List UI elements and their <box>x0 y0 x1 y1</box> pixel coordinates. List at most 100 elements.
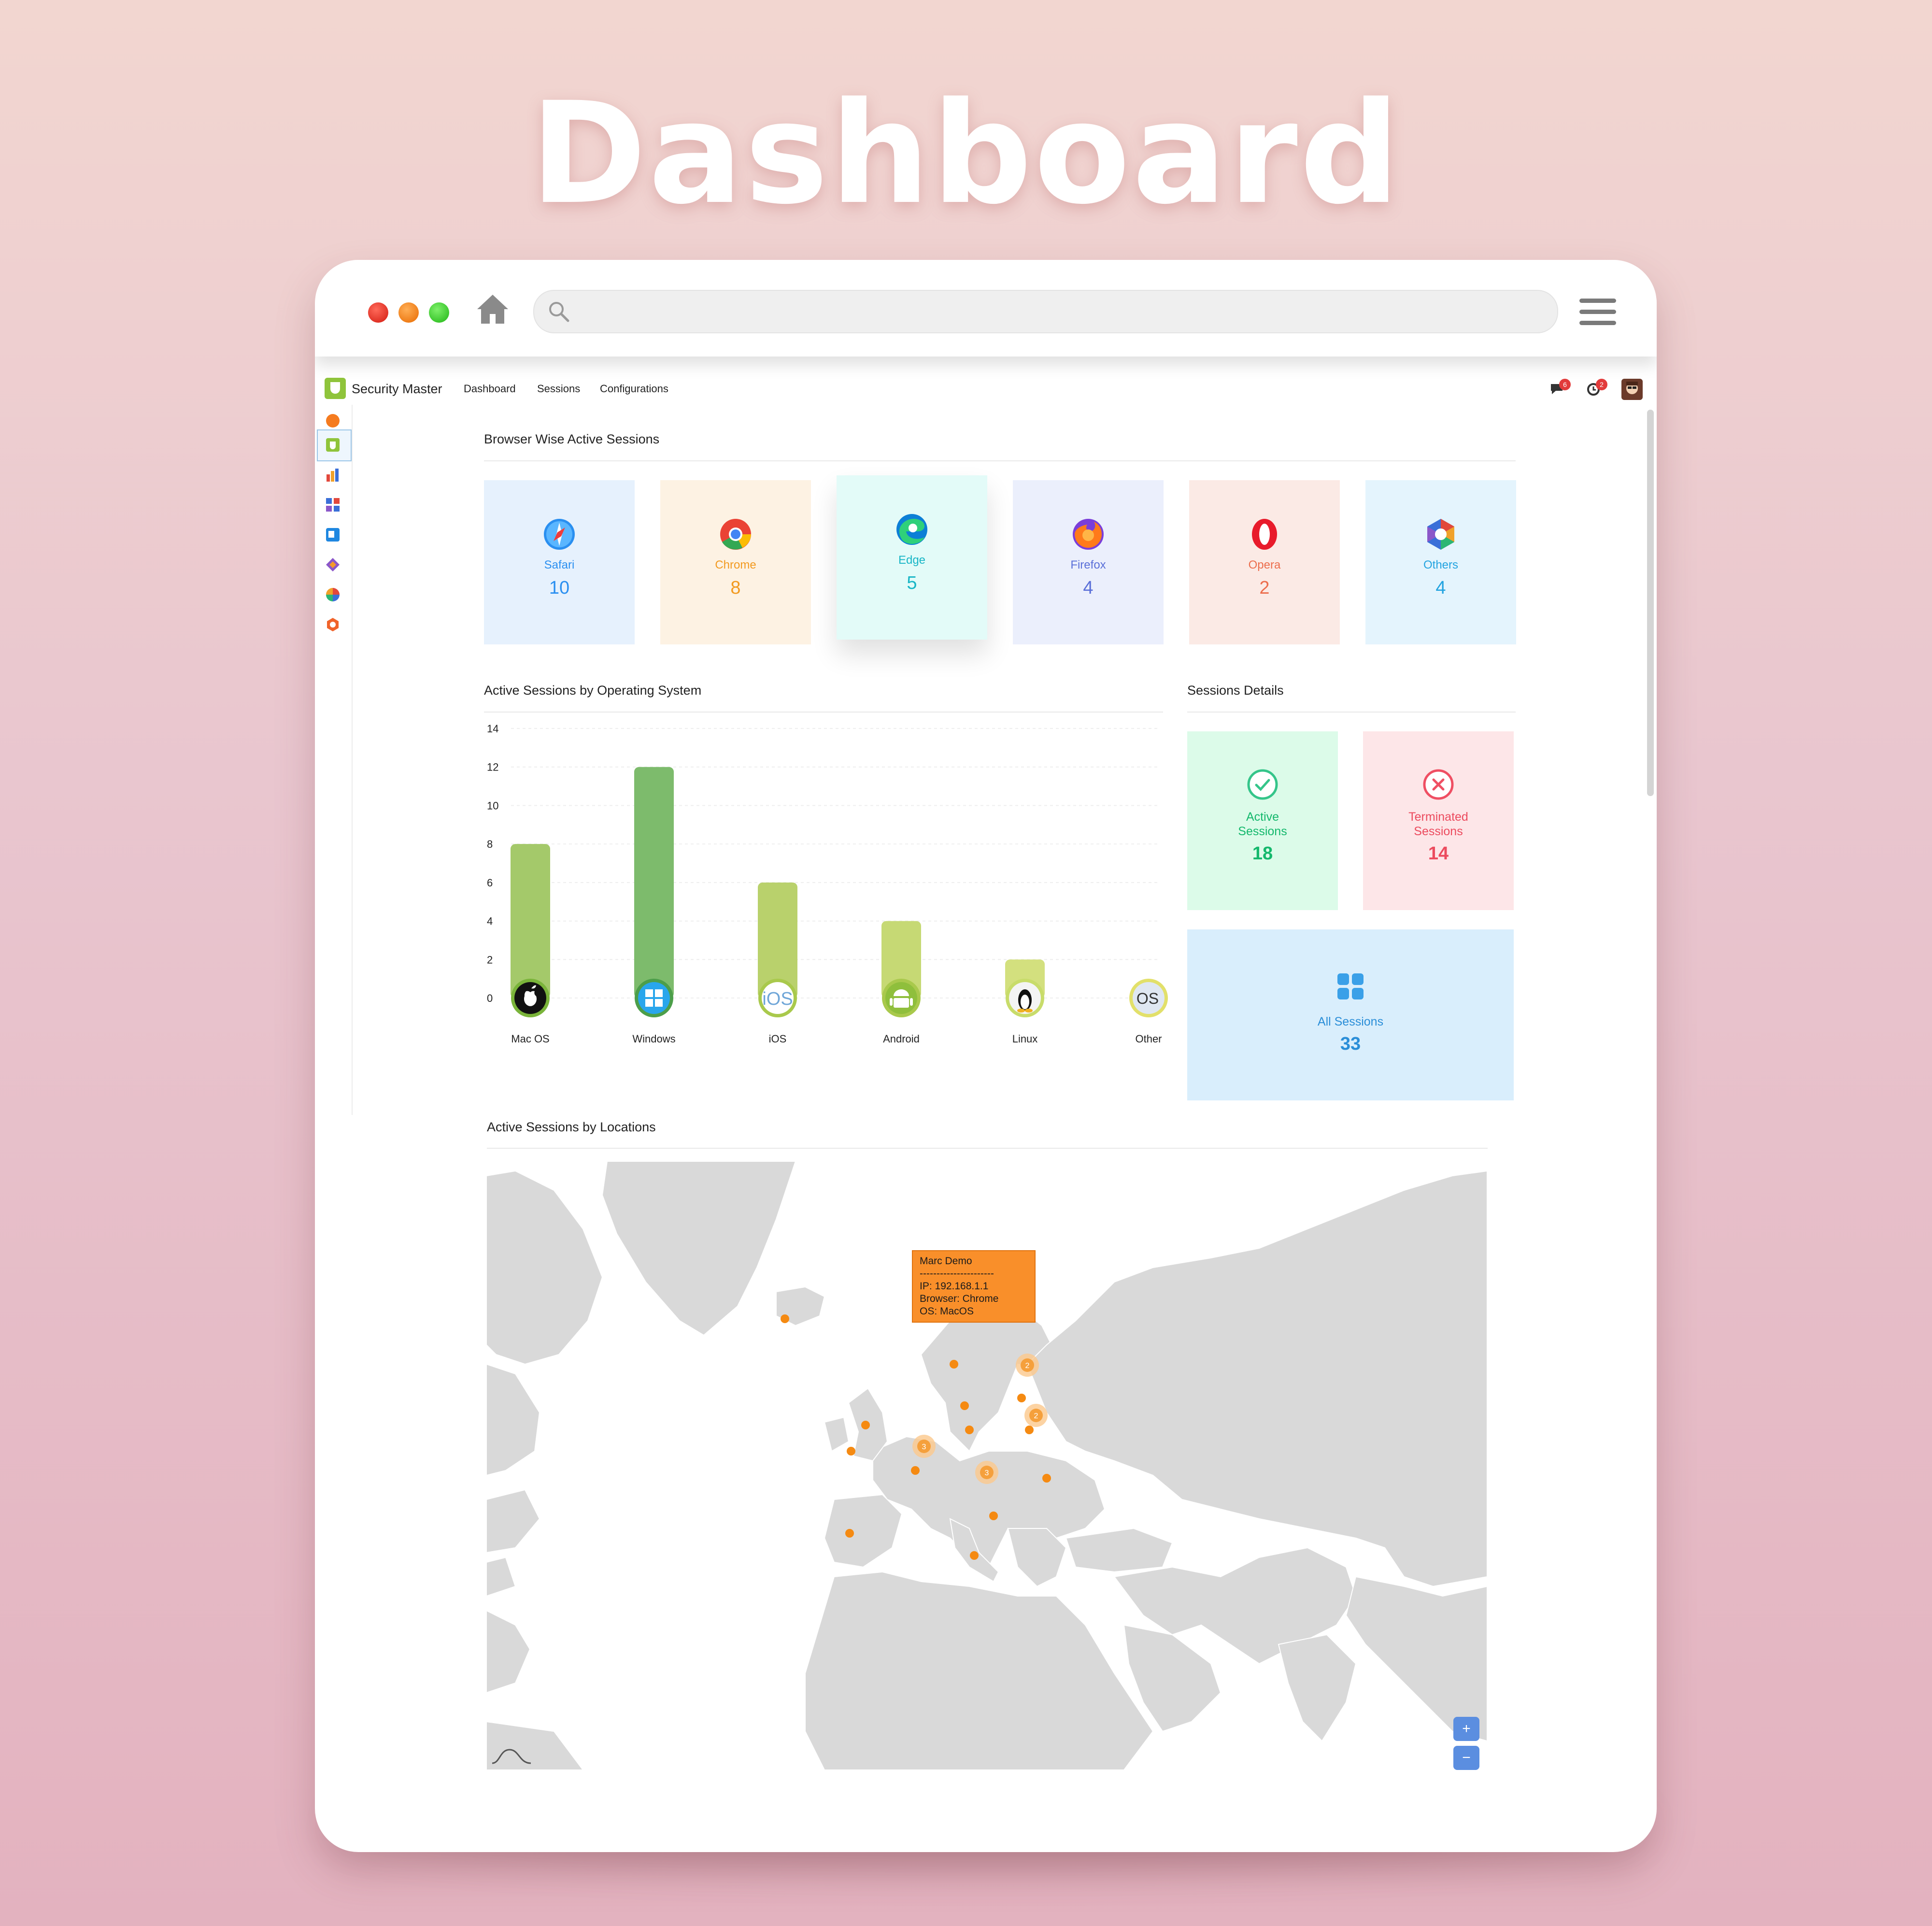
session-point[interactable] <box>970 1551 979 1560</box>
cluster-count: 3 <box>922 1443 926 1451</box>
tooltip-browser: Browser: Chrome <box>920 1293 999 1304</box>
chrome-icon <box>720 519 751 550</box>
session-point[interactable] <box>911 1466 920 1475</box>
browser-card-firefox[interactable]: Firefox 4 <box>1013 480 1164 644</box>
sidebar-item-apps[interactable] <box>325 497 341 513</box>
notification-badge: 6 <box>1559 379 1571 390</box>
session-point[interactable] <box>847 1447 855 1455</box>
app-brand[interactable]: Security Master <box>352 382 442 397</box>
terminated-sessions-value: 14 <box>1428 843 1449 864</box>
opera-icon <box>1252 519 1277 550</box>
all-sessions-card[interactable]: All Sessions 33 <box>1187 929 1514 1100</box>
scale-icon <box>492 1749 531 1764</box>
active-sessions-value: 18 <box>1252 843 1273 864</box>
zoom-in-button[interactable]: + <box>1453 1717 1479 1741</box>
browser-value: 5 <box>907 573 917 593</box>
check-circle-icon <box>1247 769 1278 800</box>
linux-icon <box>1006 979 1044 1017</box>
nav-configurations[interactable]: Configurations <box>600 383 668 395</box>
clock-icon[interactable]: 2 <box>1586 379 1607 396</box>
apple-icon <box>511 979 550 1017</box>
browser-card-safari[interactable]: Safari 10 <box>484 480 635 644</box>
tooltip-name: Marc Demo <box>920 1255 972 1267</box>
sidebar-item-website[interactable] <box>325 586 341 603</box>
vertical-scrollbar[interactable] <box>1647 410 1654 796</box>
session-point[interactable] <box>845 1529 854 1538</box>
bar-windows <box>634 767 674 998</box>
browser-window: Security Master Dashboard Sessions Confi… <box>315 260 1657 1852</box>
shield-logo-icon <box>325 378 346 399</box>
active-sessions-card[interactable]: Active Sessions 18 <box>1187 731 1338 910</box>
x-tick-label: iOS <box>769 1033 787 1045</box>
browser-toolbar <box>315 260 1657 357</box>
divider <box>484 460 1516 461</box>
avatar[interactable] <box>1621 379 1643 400</box>
browser-label: Chrome <box>715 558 756 571</box>
sidebar-item-security[interactable] <box>325 437 341 453</box>
address-bar[interactable] <box>533 290 1558 333</box>
bar-mac-os <box>511 844 550 998</box>
top-navigation: Security Master Dashboard Sessions Confi… <box>315 376 1657 405</box>
map-session-tooltip: Marc Demo ---------------------- IP: 192… <box>912 1250 1036 1323</box>
y-tick-label: 8 <box>487 838 493 850</box>
firefox-icon <box>1073 519 1104 550</box>
others-icon <box>1427 519 1454 550</box>
browser-card-others[interactable]: Others 4 <box>1365 480 1516 644</box>
chat-icon[interactable]: 6 <box>1549 379 1571 396</box>
sidebar-item-contacts[interactable] <box>325 527 341 543</box>
windows-icon <box>635 979 673 1017</box>
session-point[interactable] <box>960 1401 969 1410</box>
svg-text:OS: OS <box>1136 990 1159 1007</box>
menu-icon[interactable] <box>1579 299 1616 326</box>
svg-text:iOS: iOS <box>762 989 793 1009</box>
y-tick-label: 12 <box>487 761 498 773</box>
locations-section-title: Active Sessions by Locations <box>487 1120 656 1134</box>
nav-sessions[interactable]: Sessions <box>537 383 580 395</box>
terminated-sessions-label-1: Terminated <box>1408 810 1468 824</box>
active-sessions-label-1: Active <box>1246 810 1279 824</box>
sidebar-item-settings[interactable] <box>325 616 341 633</box>
zoom-out-button[interactable]: − <box>1453 1746 1479 1770</box>
safari-icon <box>544 519 575 550</box>
sidebar-item-reports[interactable] <box>325 467 341 483</box>
nav-dashboard[interactable]: Dashboard <box>464 383 516 395</box>
app-content: Security Master Dashboard Sessions Confi… <box>315 357 1657 1852</box>
maximize-window-button[interactable] <box>429 302 449 323</box>
os-bar-chart: 0 2 4 6 8 10 12 14 Mac OS Windows iOS iOS Android Lin… <box>487 723 1168 1045</box>
session-point[interactable] <box>950 1360 958 1369</box>
session-point[interactable] <box>989 1512 998 1520</box>
browser-section-title: Browser Wise Active Sessions <box>484 432 660 446</box>
home-icon[interactable] <box>475 292 510 327</box>
close-circle-icon <box>1423 769 1454 800</box>
other-os-icon: OS <box>1129 979 1168 1017</box>
session-point[interactable] <box>1017 1394 1026 1402</box>
browser-value: 10 <box>549 578 570 598</box>
browser-card-opera[interactable]: Opera 2 <box>1189 480 1340 644</box>
session-point[interactable] <box>781 1314 789 1323</box>
session-point[interactable] <box>861 1421 870 1429</box>
tooltip-os: OS: MacOS <box>920 1306 974 1317</box>
x-tick-label: Android <box>883 1033 920 1045</box>
session-point[interactable] <box>1042 1474 1051 1483</box>
x-tick-label: Windows <box>632 1033 675 1045</box>
browser-value: 8 <box>730 578 741 598</box>
x-tick-label: Mac OS <box>511 1033 549 1045</box>
os-section-title: Active Sessions by Operating System <box>484 683 702 698</box>
browser-card-edge[interactable]: Edge 5 <box>837 475 987 640</box>
close-window-button[interactable] <box>368 302 388 323</box>
browser-value: 2 <box>1259 578 1270 598</box>
session-point[interactable] <box>1025 1426 1034 1434</box>
browser-label: Edge <box>898 554 926 567</box>
browser-label: Others <box>1423 558 1459 571</box>
grid-icon <box>1337 973 1364 999</box>
browser-value: 4 <box>1435 578 1446 598</box>
minimize-window-button[interactable] <box>398 302 419 323</box>
browser-card-chrome[interactable]: Chrome 8 <box>660 480 811 644</box>
session-point[interactable] <box>965 1426 974 1434</box>
tooltip-separator: ---------------------- <box>920 1268 994 1279</box>
terminated-sessions-card[interactable]: Terminated Sessions 14 <box>1363 731 1514 910</box>
sidebar-item-discuss[interactable] <box>325 556 341 573</box>
ios-icon: iOS <box>758 979 797 1017</box>
sidebar-item-chat[interactable] <box>325 413 341 429</box>
search-icon <box>549 302 569 322</box>
